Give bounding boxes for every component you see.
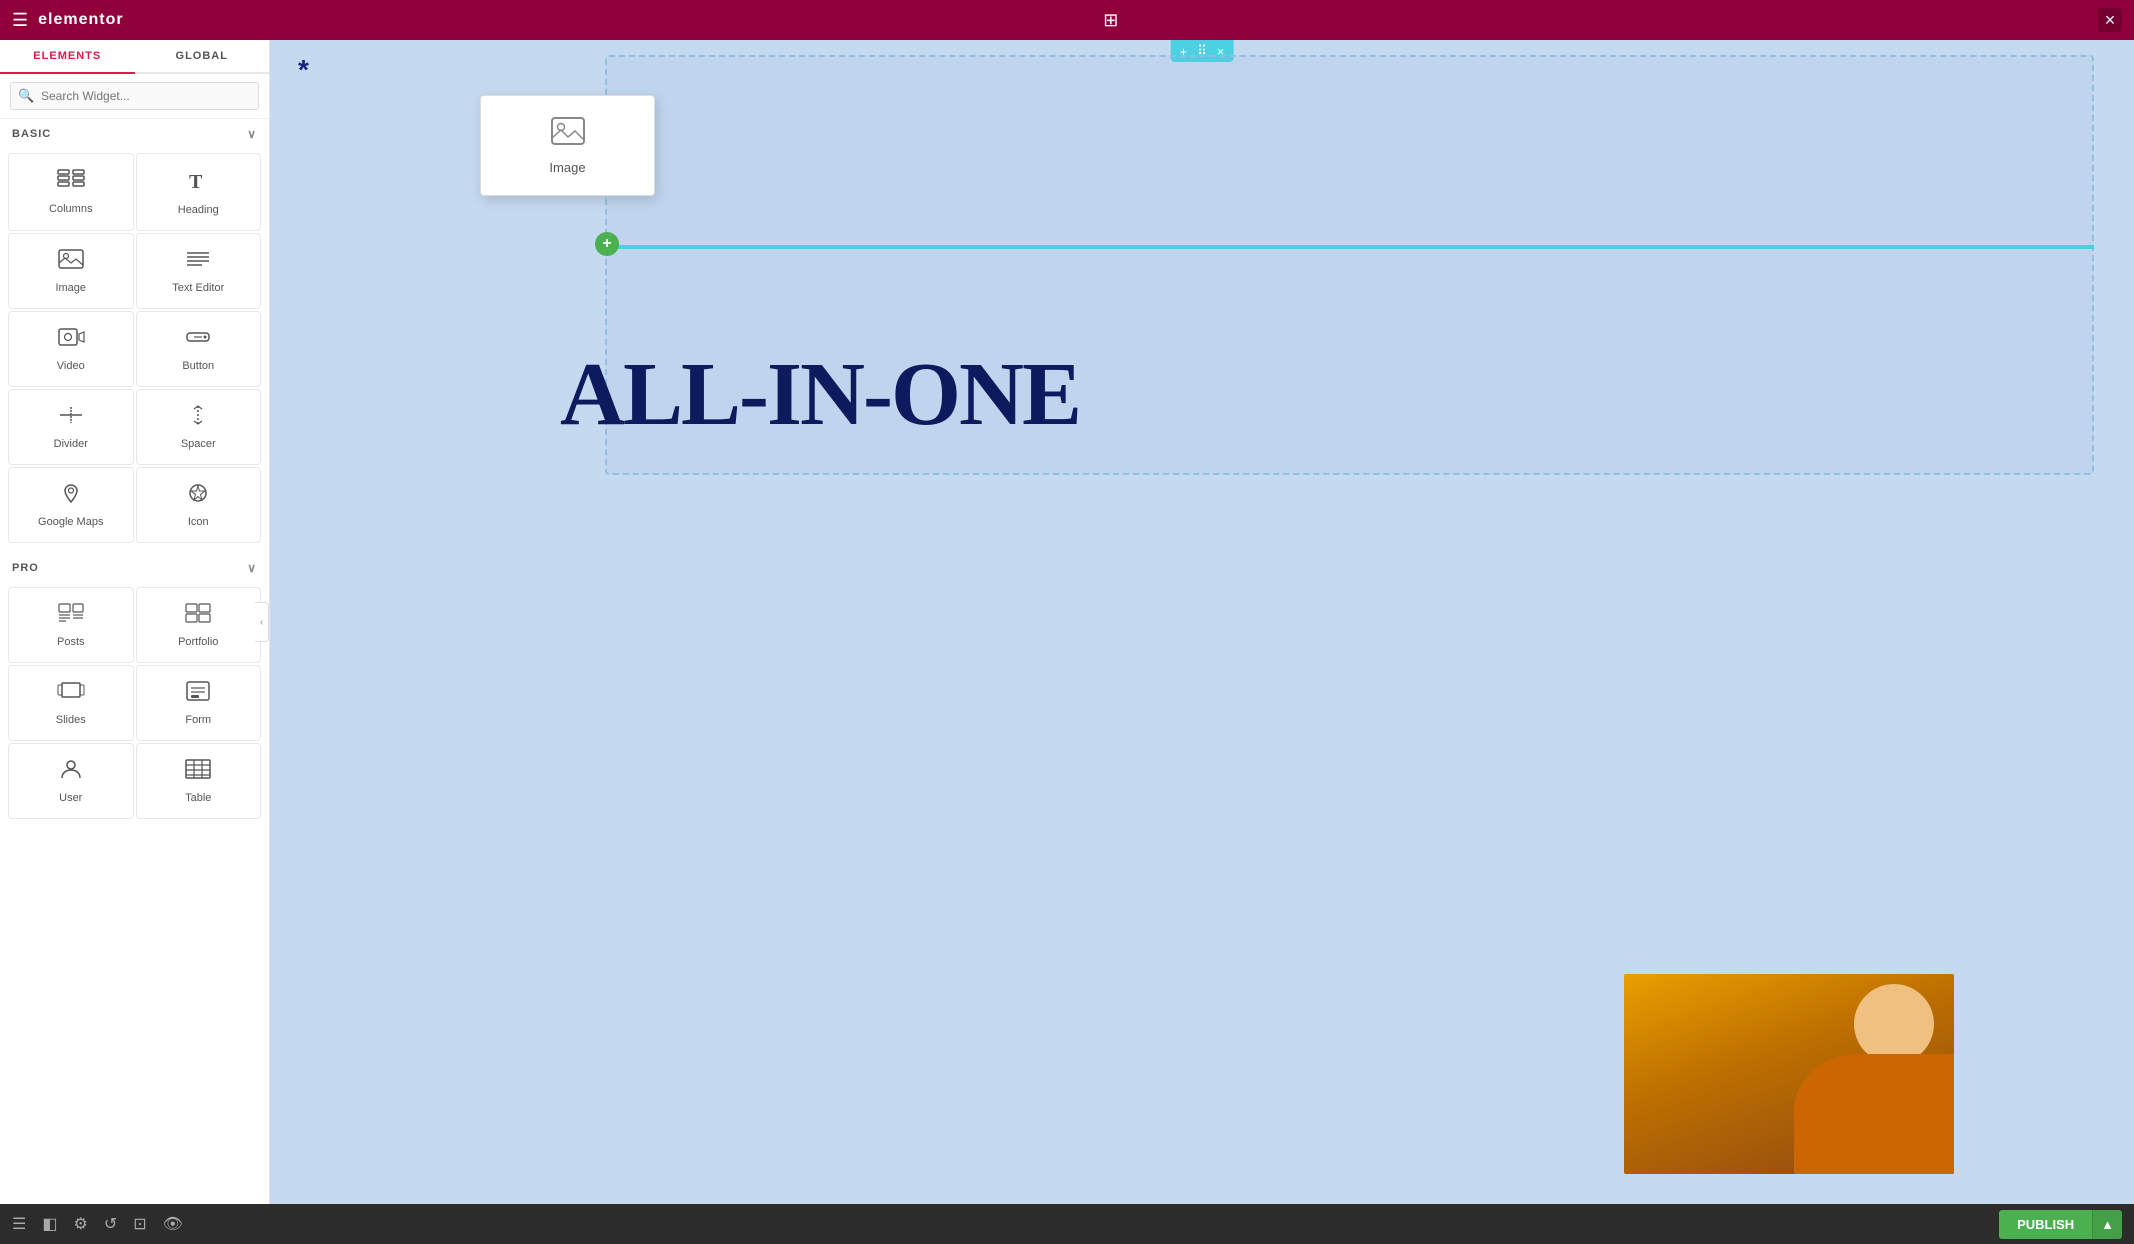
widget-spacer[interactable]: Spacer [136, 389, 262, 465]
publish-dropdown-button[interactable]: ▲ [2092, 1210, 2122, 1239]
grid-icon[interactable]: ⊞ [1103, 10, 1118, 30]
image-icon [57, 248, 85, 276]
table-icon [184, 758, 212, 786]
widget-portfolio-label: Portfolio [178, 636, 218, 648]
history-icon[interactable]: ↺ [104, 1214, 117, 1234]
sidebar-tabs: ELEMENTS GLOBAL [0, 40, 269, 74]
widget-button[interactable]: Button [136, 311, 262, 387]
photo-person [1624, 974, 1954, 1174]
top-bar-right: × [2098, 8, 2122, 32]
sidebar-collapse-handle[interactable]: ‹ [255, 602, 269, 642]
widget-columns-label: Columns [49, 203, 92, 215]
canvas-area: * + ⠿ × Image + ALL-IN-ONE [270, 40, 2134, 1204]
posts-icon [57, 602, 85, 630]
widget-divider[interactable]: Divider [8, 389, 134, 465]
drag-widget: Image [480, 95, 655, 196]
asterisk-mark: * [298, 54, 309, 86]
search-input[interactable] [10, 82, 259, 110]
slides-icon [57, 680, 85, 708]
add-element-button[interactable]: + [595, 232, 619, 256]
main-area: ELEMENTS GLOBAL 🔍 BASIC ∨ [0, 40, 2134, 1204]
widget-heading-label: Heading [178, 204, 219, 216]
widget-slides[interactable]: Slides [8, 665, 134, 741]
tab-global[interactable]: GLOBAL [135, 40, 270, 72]
top-bar-center: ⊞ [1103, 10, 1118, 31]
widget-user-label: User [59, 792, 82, 804]
hamburger-bottom-icon[interactable]: ☰ [12, 1214, 26, 1234]
widget-slides-label: Slides [56, 714, 86, 726]
widget-text-editor[interactable]: Text Editor [136, 233, 262, 309]
section-basic-label: BASIC [12, 128, 51, 140]
chevron-down-pro-icon: ∨ [247, 561, 257, 575]
widget-google-maps[interactable]: Google Maps [8, 467, 134, 543]
svg-text:T: T [189, 171, 203, 192]
widget-video[interactable]: Video [8, 311, 134, 387]
sidebar-content: BASIC ∨ Colu [0, 119, 269, 1204]
section-header-pro[interactable]: PRO ∨ [0, 553, 269, 583]
widget-button-label: Button [182, 360, 214, 372]
columns-icon [57, 169, 85, 197]
publish-button[interactable]: PUBLISH [1999, 1210, 2092, 1239]
chevron-down-icon: ∨ [247, 127, 257, 141]
widget-table[interactable]: Table [136, 743, 262, 819]
portfolio-icon [184, 602, 212, 630]
sidebar: ELEMENTS GLOBAL 🔍 BASIC ∨ [0, 40, 270, 1204]
widget-portfolio[interactable]: Portfolio [136, 587, 262, 663]
google-maps-icon [57, 482, 85, 510]
widgets-grid-pro: Posts Portfolio [0, 583, 269, 823]
photo-container [1624, 974, 1954, 1174]
section-header-basic[interactable]: BASIC ∨ [0, 119, 269, 149]
elementor-logo: elementor [38, 11, 123, 29]
responsive-icon[interactable]: ⊡ [133, 1214, 146, 1234]
widgets-grid-basic: Columns T Heading [0, 149, 269, 547]
close-button[interactable]: × [2098, 8, 2122, 32]
video-icon [57, 326, 85, 354]
widget-divider-label: Divider [54, 438, 88, 450]
widget-icon[interactable]: Icon [136, 467, 262, 543]
search-wrapper: 🔍 [10, 82, 259, 110]
bottom-toolbar: ☰ ◧ ⚙ ↺ ⊡ 👁 PUBLISH ▲ [0, 1204, 2134, 1244]
drag-widget-label: Image [549, 160, 585, 175]
widget-columns[interactable]: Columns [8, 153, 134, 231]
widget-table-label: Table [185, 792, 211, 804]
top-bar: ☰ elementor ⊞ × [0, 0, 2134, 40]
widget-form[interactable]: Form [136, 665, 262, 741]
layers-icon[interactable]: ◧ [42, 1214, 57, 1234]
widget-form-label: Form [185, 714, 211, 726]
spacer-icon [184, 404, 212, 432]
button-icon [184, 326, 212, 354]
widget-image[interactable]: Image [8, 233, 134, 309]
widget-heading[interactable]: T Heading [136, 153, 262, 231]
search-icon: 🔍 [18, 88, 34, 104]
widget-text-editor-label: Text Editor [172, 282, 224, 294]
widget-video-label: Video [57, 360, 85, 372]
section-pro-label: PRO [12, 562, 39, 574]
heading-icon: T [186, 168, 210, 198]
drag-widget-icon [550, 116, 586, 154]
divider-icon [57, 404, 85, 432]
tab-elements[interactable]: ELEMENTS [0, 40, 135, 74]
bottom-right: PUBLISH ▲ [1999, 1210, 2122, 1239]
widget-icon-label: Icon [188, 516, 209, 528]
photo-placeholder [1624, 974, 1954, 1174]
widget-google-maps-label: Google Maps [38, 516, 103, 528]
drop-line [605, 245, 2094, 249]
text-editor-icon [184, 248, 212, 276]
all-in-one-heading: ALL-IN-ONE [560, 350, 2124, 440]
widget-user[interactable]: User [8, 743, 134, 819]
search-bar: 🔍 [0, 74, 269, 119]
widget-posts-label: Posts [57, 636, 85, 648]
widget-spacer-label: Spacer [181, 438, 216, 450]
widget-image-label: Image [55, 282, 86, 294]
form-icon [184, 680, 212, 708]
top-bar-left: ☰ elementor [12, 10, 124, 31]
icon-widget-icon [184, 482, 212, 510]
preview-icon[interactable]: 👁 [163, 1214, 183, 1234]
widget-posts[interactable]: Posts [8, 587, 134, 663]
bottom-left: ☰ ◧ ⚙ ↺ ⊡ 👁 [12, 1214, 183, 1234]
user-icon [57, 758, 85, 786]
hamburger-icon[interactable]: ☰ [12, 10, 28, 31]
settings-icon[interactable]: ⚙ [73, 1214, 87, 1234]
